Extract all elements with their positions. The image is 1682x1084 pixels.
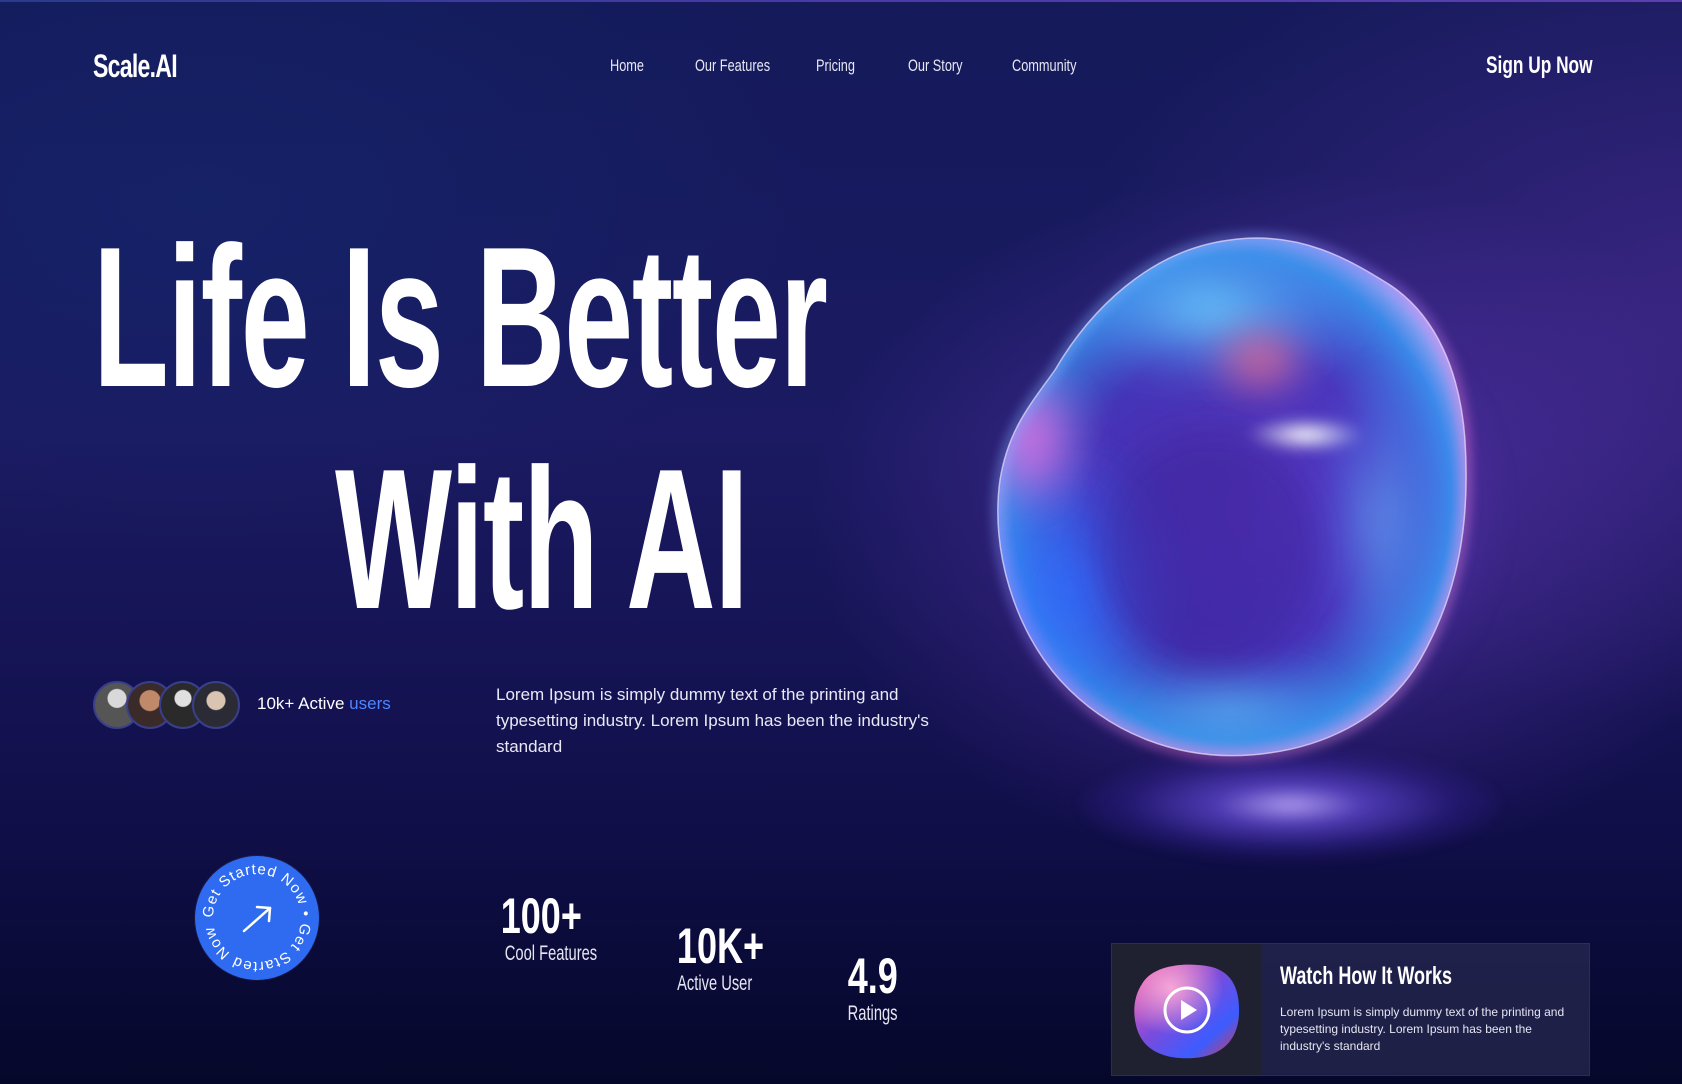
active-users-accent: users [349,694,391,713]
orb-shape [995,235,1469,759]
sign-up-button[interactable]: Sign Up Now [1486,52,1634,80]
video-thumbnail[interactable] [1112,944,1261,1075]
hero-description: Lorem Ipsum is simply dummy text of the … [496,685,929,756]
video-thumbnail-art [1134,964,1240,1059]
stat-active-users: 10K+ Active User [676,918,765,995]
stat-features: 100+ Cool Features [500,888,598,965]
nav-item-pricing[interactable]: Pricing [816,56,868,76]
ai-orb-illustration [960,190,1560,860]
logo-text: Scale.AI [93,48,178,84]
get-started-ring: Get Started Now • Get Started Now • [195,856,314,975]
svg-text:Get Started Now • Get Started: Get Started Now • Get Started Now • [195,856,314,975]
get-started-ring-text: Get Started Now • Get Started Now • [195,856,313,975]
top-border [0,0,1682,2]
video-title: Watch How It Works [1280,962,1453,990]
nav-item-our-story[interactable]: Our Story [908,56,981,76]
avatar [192,681,240,729]
get-started-button[interactable]: Get Started Now • Get Started Now • [195,856,319,980]
user-avatars [93,681,243,729]
nav-item-home[interactable]: Home [610,56,655,76]
stat-ratings: 4.9 Ratings [847,948,899,1025]
video-description: Lorem Ipsum is simply dummy text of the … [1280,1005,1565,1053]
active-users-count: 10k+ Active users [257,694,391,713]
arrow-up-right-icon [242,905,272,933]
nav-item-community[interactable]: Community [1012,56,1098,76]
logo[interactable]: Scale.AI [93,48,210,85]
nav-item-our-features[interactable]: Our Features [695,56,795,76]
video-card[interactable]: Watch How It Works Lorem Ipsum is simply… [1111,943,1590,1076]
